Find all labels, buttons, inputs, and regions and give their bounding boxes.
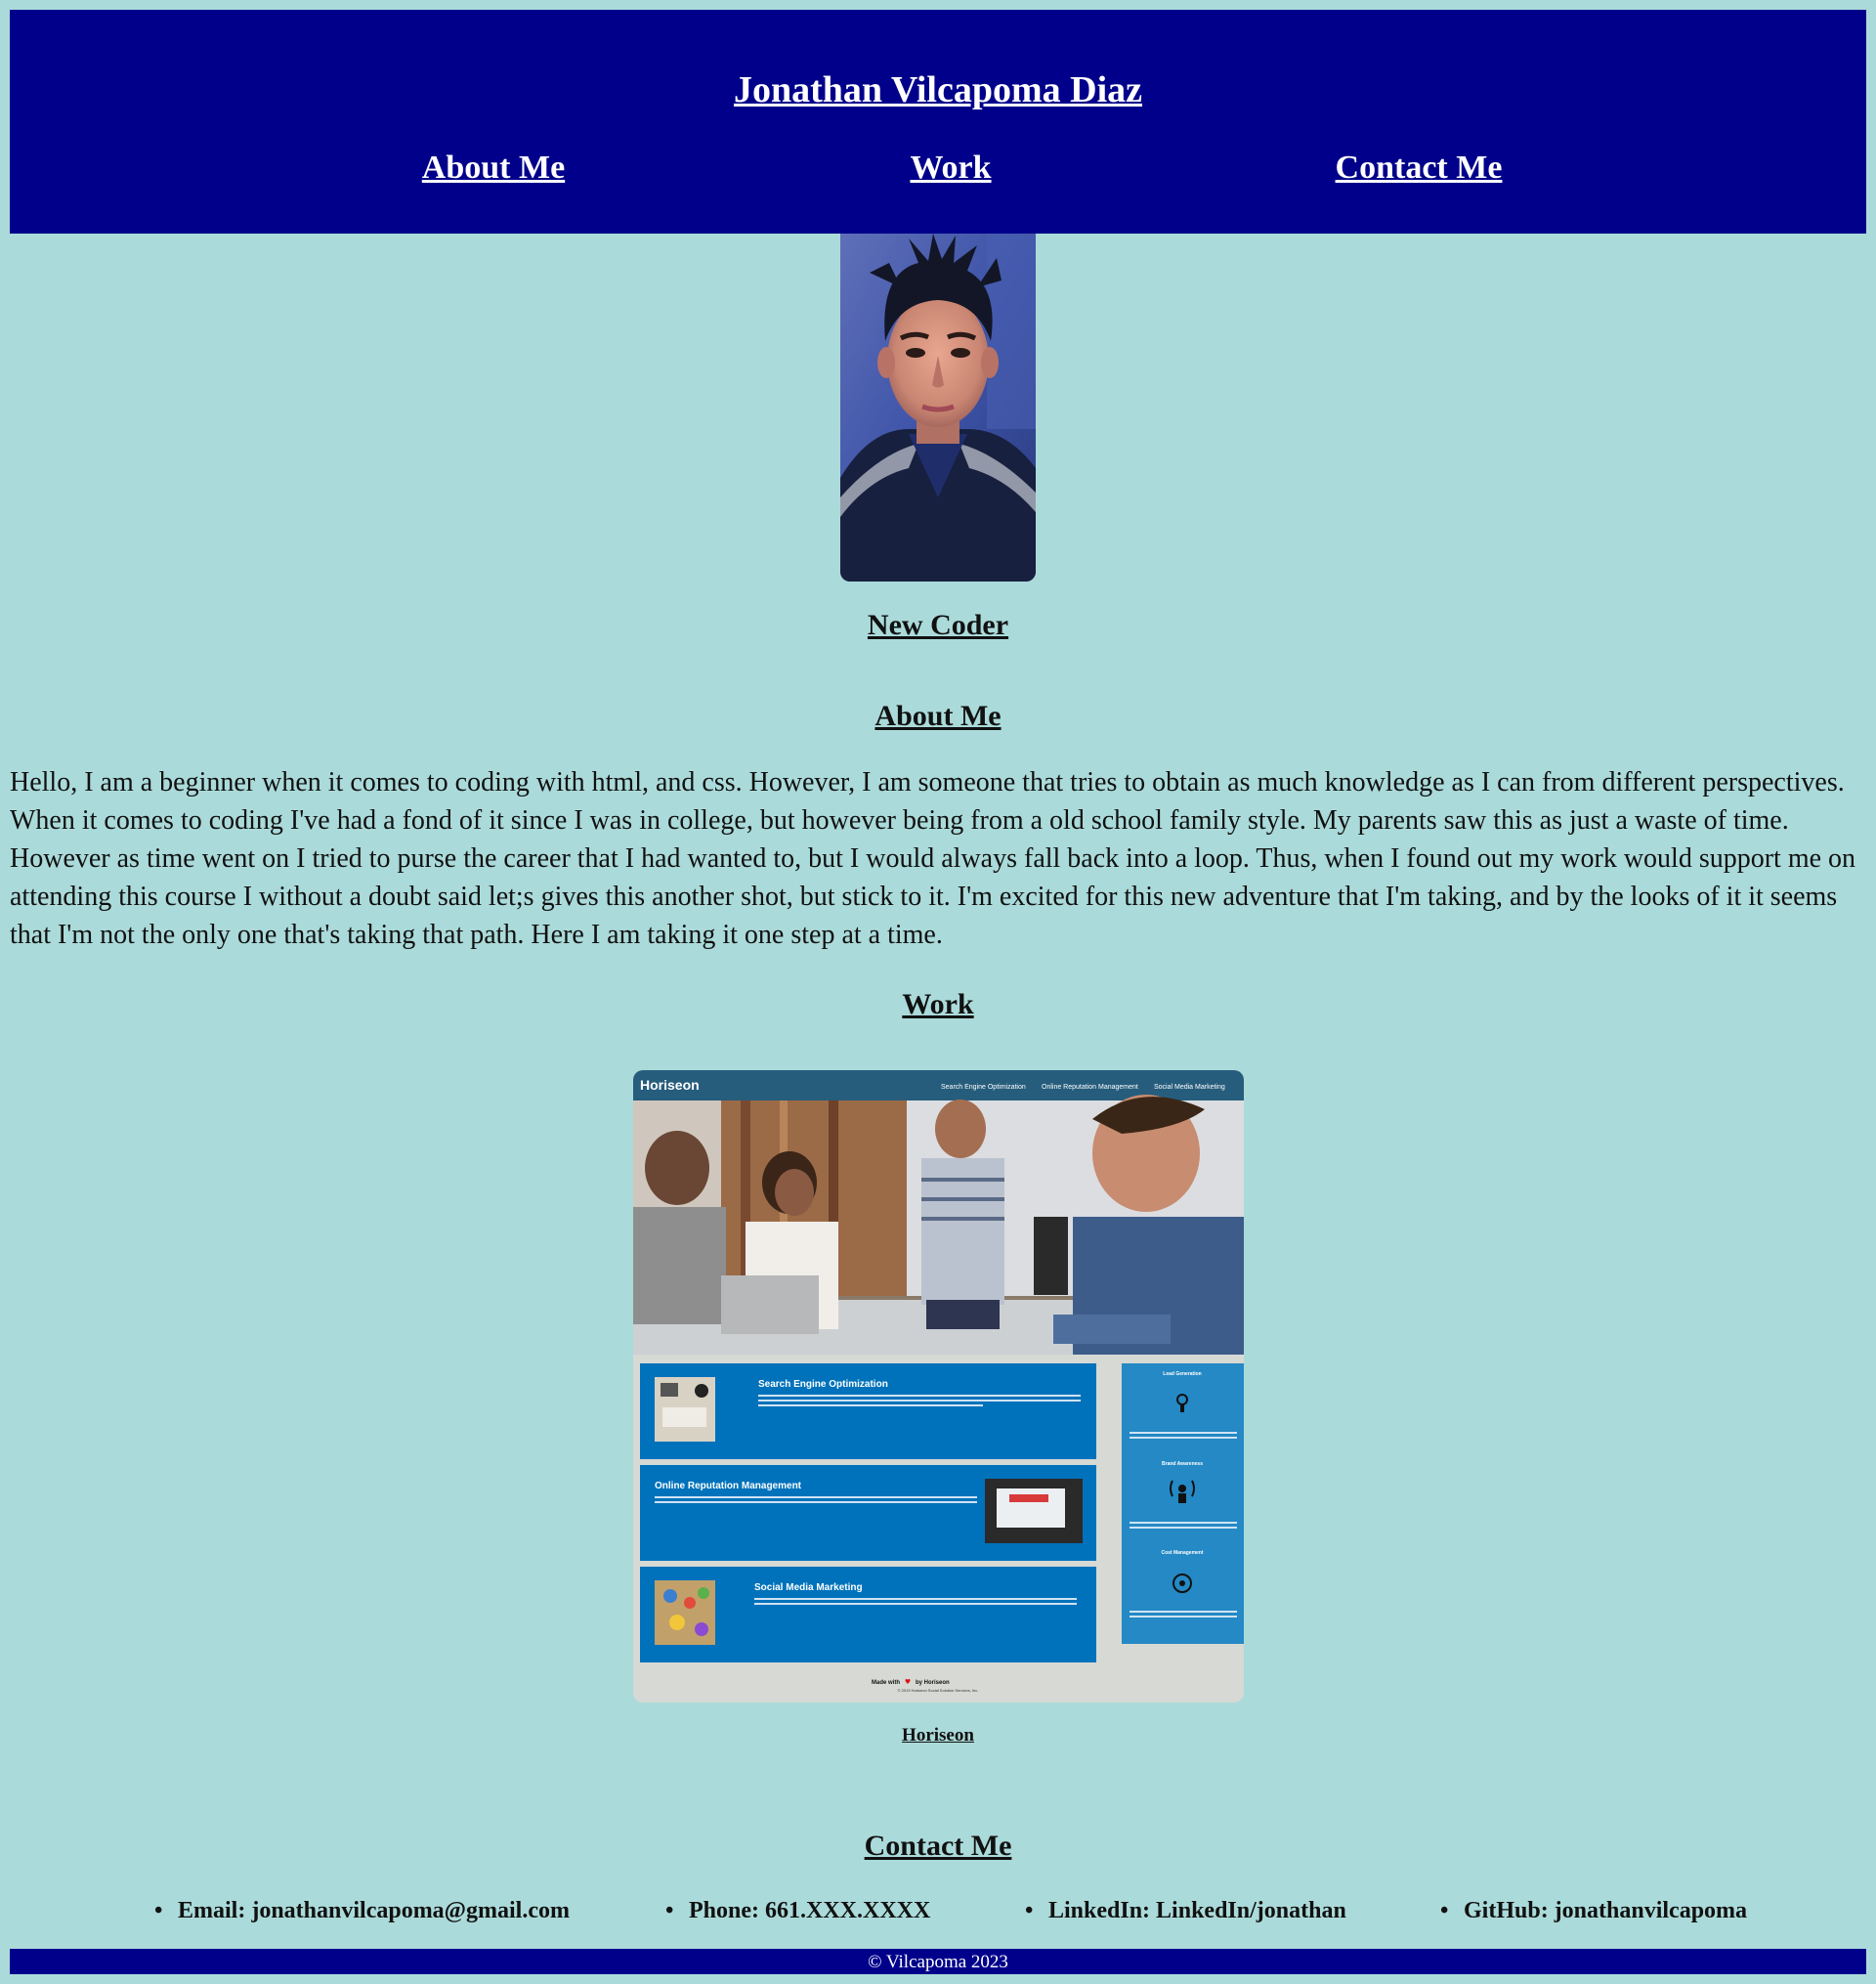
- screenshot-footer-made: Made with: [872, 1680, 900, 1686]
- contact-linkedin: LinkedIn: LinkedIn/jonathan: [1048, 1898, 1346, 1923]
- screenshot-sidebar: Lead Generation Brand Awareness Cost Man…: [1122, 1363, 1244, 1644]
- bullet-icon: •: [154, 1898, 163, 1923]
- work-heading: Work: [902, 988, 974, 1020]
- screenshot-brand: Horiseon: [640, 1077, 700, 1093]
- footer-copyright: © Vilcapoma 2023: [868, 1952, 1008, 1972]
- screenshot-nav-1: Search Engine Optimization: [941, 1084, 1026, 1091]
- screenshot-hero-image: [633, 1095, 1244, 1355]
- contact-heading: Contact Me: [864, 1830, 1012, 1862]
- nav-link-contact-me[interactable]: Contact Me: [1336, 145, 1503, 192]
- bullet-icon: •: [1025, 1898, 1034, 1923]
- contact-item-email: • Email: jonathanvilcapoma@gmail.com: [154, 1891, 570, 1930]
- profile-photo: [840, 234, 1036, 582]
- bullet-icon: •: [665, 1898, 674, 1923]
- site-footer: © Vilcapoma 2023: [10, 1949, 1866, 1974]
- screenshot-card-orm: Online Reputation Management: [640, 1465, 1096, 1561]
- screenshot-footer-copy: © 2019 Horiseon Social Solution Services…: [898, 1688, 979, 1693]
- sidebar-brand-title: Brand Awareness: [1162, 1461, 1203, 1467]
- contact-email: Email: jonathanvilcapoma@gmail.com: [178, 1898, 570, 1923]
- horiseon-screenshot: Horiseon Search Engine Optimization Onli…: [633, 1070, 1244, 1703]
- nav-link-about-me[interactable]: About Me: [422, 145, 565, 192]
- screenshot-nav-2: Online Reputation Management: [1042, 1084, 1138, 1091]
- screenshot-footer-by: by Horiseon: [916, 1680, 950, 1686]
- screenshot-card-orm-title: Online Reputation Management: [655, 1481, 802, 1491]
- contact-item-linkedin: • LinkedIn: LinkedIn/jonathan: [1025, 1891, 1346, 1930]
- site-header: Jonathan Vilcapoma Diaz About Me Work Co…: [10, 10, 1866, 234]
- work-project-link[interactable]: Horiseon Search Engine Optimization Onli…: [633, 1070, 1244, 1703]
- screenshot-card-seo-title: Search Engine Optimization: [758, 1379, 888, 1390]
- screenshot-card-seo: Search Engine Optimization: [640, 1363, 1096, 1459]
- screenshot-card-smm-title: Social Media Marketing: [754, 1582, 863, 1593]
- contact-phone: Phone: 661.XXX.XXXX: [689, 1898, 931, 1923]
- bullet-icon: •: [1440, 1898, 1449, 1923]
- heart-icon: ♥: [905, 1678, 911, 1686]
- work-caption-link[interactable]: Horiseon: [0, 1723, 1876, 1748]
- screenshot-nav-3: Social Media Marketing: [1154, 1084, 1225, 1091]
- about-paragraph: Hello, I am a beginner when it comes to …: [10, 767, 1856, 950]
- profile-subtitle: New Coder: [867, 609, 1009, 641]
- nav-link-work[interactable]: Work: [910, 145, 991, 192]
- main-nav: About Me Work Contact Me: [10, 145, 1866, 192]
- screenshot-card-smm: Social Media Marketing: [640, 1567, 1096, 1662]
- contact-item-github: • GitHub: jonathanvilcapoma: [1440, 1891, 1747, 1930]
- contact-list: • Email: jonathanvilcapoma@gmail.com • Pho…: [0, 1891, 1876, 1930]
- about-heading: About Me: [874, 700, 1002, 732]
- sidebar-cost-title: Cost Management: [1161, 1550, 1203, 1556]
- contact-item-phone: • Phone: 661.XXX.XXXX: [665, 1891, 930, 1930]
- contact-github: GitHub: jonathanvilcapoma: [1464, 1898, 1748, 1923]
- sidebar-lead-title: Lead Generation: [1163, 1371, 1201, 1377]
- site-title: Jonathan Vilcapoma Diaz: [733, 69, 1143, 110]
